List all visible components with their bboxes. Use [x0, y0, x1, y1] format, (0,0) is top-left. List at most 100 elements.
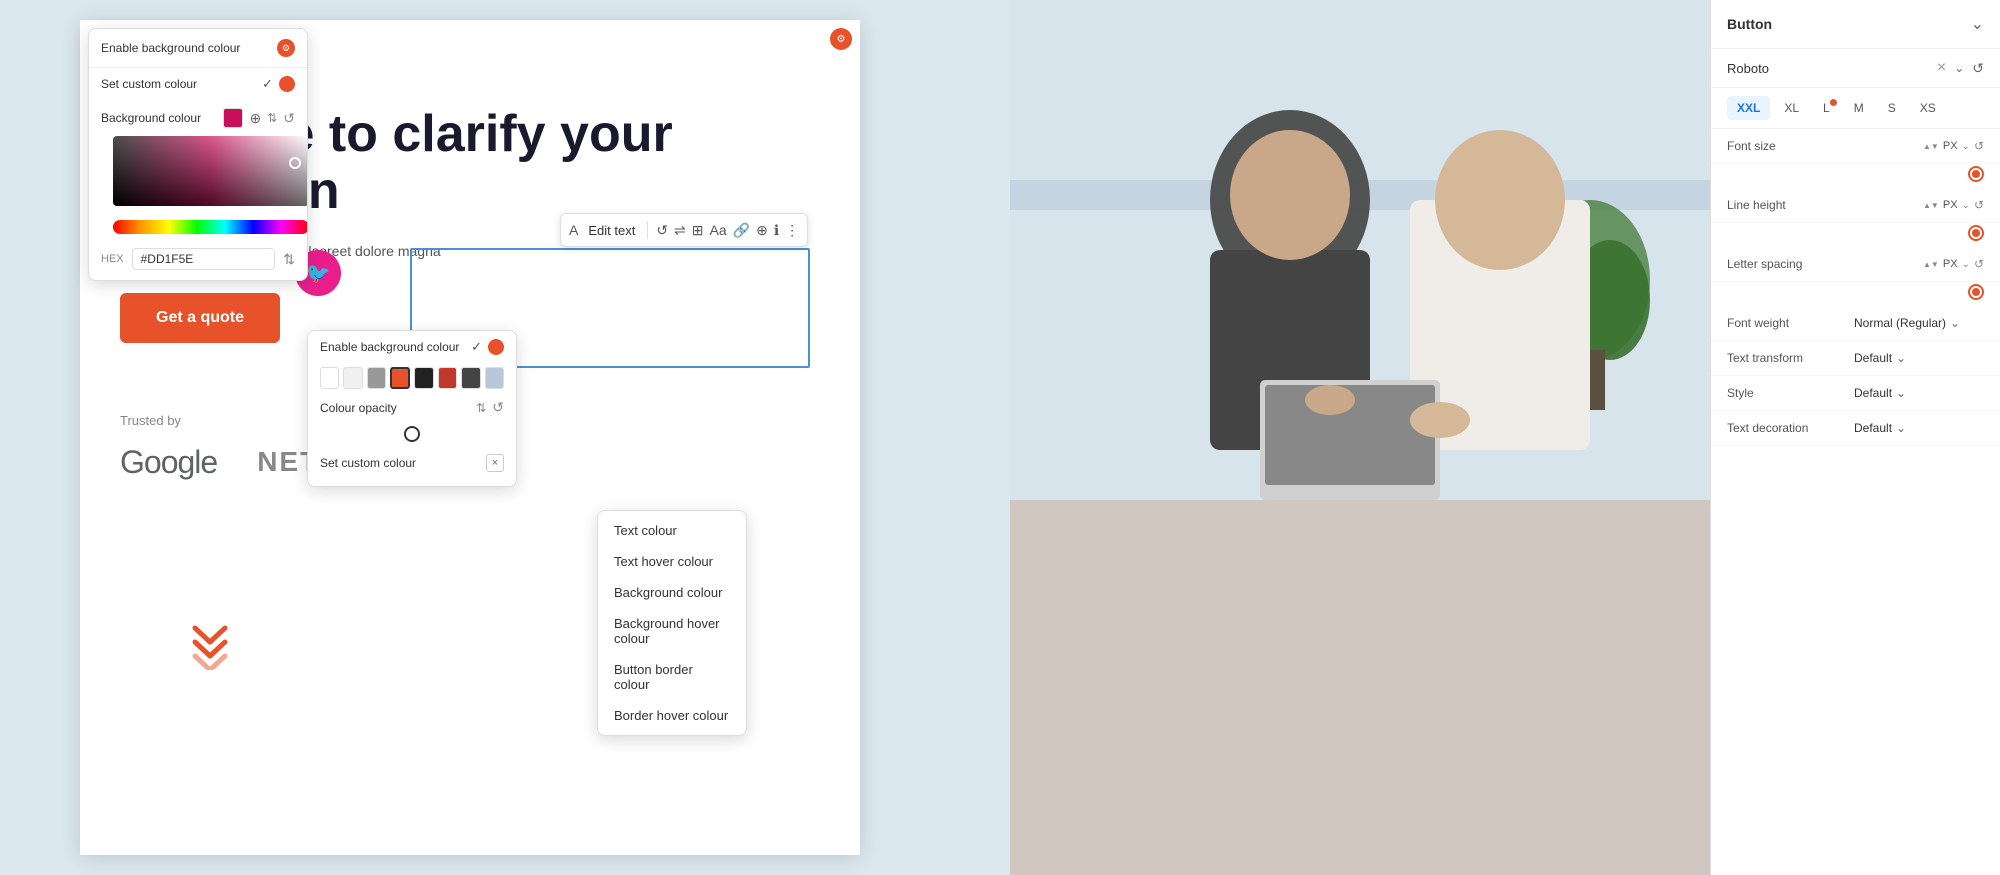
color-gradient[interactable] — [113, 136, 308, 206]
close-custom-colour-btn[interactable]: × — [486, 454, 504, 472]
swatch-dark-gray[interactable] — [461, 367, 480, 389]
edit-text-button[interactable]: Edit text — [584, 221, 639, 240]
color-picker-settings-icon[interactable]: ⚙ — [277, 39, 295, 57]
size-tab-xl[interactable]: XL — [1774, 96, 1809, 120]
bg-colour-popup: Enable background colour ✓ Colour opacit… — [307, 330, 517, 487]
letter-spacing-arrows[interactable]: ▲▼ — [1923, 260, 1939, 269]
color-spectrum[interactable] — [113, 220, 308, 234]
swap-icon[interactable]: ⇌ — [674, 222, 686, 239]
bg-colour-row: Background colour ⊕ ⇅ ↺ — [89, 100, 307, 136]
text-colour-menu: Text colour Text hover colour Background… — [597, 510, 747, 736]
color-gradient-handle[interactable] — [289, 157, 301, 169]
size-tab-xs[interactable]: XS — [1910, 96, 1946, 120]
letter-spacing-reset-icon[interactable]: ↺ — [1974, 257, 1984, 271]
font-clear-icon[interactable]: × — [1937, 59, 1946, 77]
font-size-unit[interactable]: PX — [1943, 140, 1958, 152]
text-colour-item-2[interactable]: Text hover colour — [598, 546, 746, 577]
bg-colour-label: Background colour — [101, 111, 201, 125]
text-colour-item-6[interactable]: Border hover colour — [598, 700, 746, 731]
chevron-arrows-icon[interactable] — [190, 620, 230, 675]
size-tab-m[interactable]: M — [1844, 96, 1874, 120]
color-picker-panel: Enable background colour ⚙ Set custom co… — [88, 28, 308, 281]
enable-bg-colour-label: Enable background colour — [101, 41, 240, 55]
letter-spacing-field: Letter spacing ▲▼ PX ⌄ ↺ — [1711, 247, 2000, 282]
swatch-light-blue[interactable] — [485, 367, 504, 389]
panel-collapse-icon[interactable]: ⌄ — [1971, 14, 1984, 34]
line-height-arrows[interactable]: ▲▼ — [1923, 201, 1939, 210]
page-settings-icon[interactable]: ⚙ — [830, 28, 852, 50]
refresh-icon[interactable]: ↺ — [283, 110, 295, 127]
style-value: Default — [1854, 386, 1892, 400]
more-icon[interactable]: ⋮ — [785, 222, 799, 239]
size-tab-xxl[interactable]: XXL — [1727, 96, 1770, 120]
colour-mode-icon[interactable]: ⊕ — [249, 110, 261, 127]
font-chevron-icon[interactable]: ⌄ — [1954, 61, 1964, 75]
letter-spacing-radio-row — [1711, 282, 2000, 306]
set-custom-label: Set custom colour — [320, 456, 416, 470]
colour-check-icon[interactable]: ✓ — [262, 76, 273, 92]
font-size-radio[interactable] — [1968, 166, 1984, 182]
letter-spacing-radio[interactable] — [1968, 284, 1984, 300]
text-colour-item-3[interactable]: Background colour — [598, 577, 746, 608]
letter-spacing-unit-chevron[interactable]: ⌄ — [1962, 259, 1970, 270]
bg-check-icon[interactable]: ✓ — [471, 339, 482, 355]
size-tabs: XXL XL L M S XS — [1711, 88, 2000, 129]
style-chevron[interactable]: ⌄ — [1896, 386, 1906, 400]
font-refresh-icon[interactable]: ↺ — [1972, 60, 1984, 77]
text-decoration-chevron[interactable]: ⌄ — [1896, 421, 1906, 435]
line-height-unit-chevron[interactable]: ⌄ — [1962, 200, 1970, 211]
line-height-field: Line height ▲▼ PX ⌄ ↺ — [1711, 188, 2000, 223]
info-icon[interactable]: ℹ — [774, 222, 779, 239]
add-icon[interactable]: ⊕ — [756, 222, 768, 239]
text-colour-item-5[interactable]: Button border colour — [598, 654, 746, 700]
text-decoration-value: Default — [1854, 421, 1892, 435]
link-icon[interactable]: 🔗 — [733, 222, 750, 239]
opacity-arrows-icon[interactable]: ⇅ — [476, 401, 486, 415]
hex-value[interactable]: #DD1F5E — [132, 248, 276, 270]
colour-dot-orange[interactable] — [279, 76, 295, 92]
text-colour-item-1[interactable]: Text colour — [598, 515, 746, 546]
font-actions: × ⌄ ↺ — [1937, 59, 1984, 77]
enable-bg-label: Enable background colour — [320, 340, 459, 354]
line-height-unit[interactable]: PX — [1943, 199, 1958, 211]
swatch-black[interactable] — [414, 367, 433, 389]
font-size-unit-chevron[interactable]: ⌄ — [1962, 141, 1970, 152]
set-custom-colour-label: Set custom colour — [101, 77, 197, 91]
font-name[interactable]: Roboto — [1727, 61, 1937, 76]
font-size-icon[interactable]: Aa — [710, 222, 727, 238]
font-size-reset-icon[interactable]: ↺ — [1974, 139, 1984, 153]
size-tab-s[interactable]: S — [1878, 96, 1906, 120]
line-height-reset-icon[interactable]: ↺ — [1974, 198, 1984, 212]
font-weight-chevron[interactable]: ⌄ — [1950, 316, 1960, 330]
hex-arrows-icon[interactable]: ⇅ — [283, 251, 295, 268]
line-height-label: Line height — [1727, 198, 1817, 212]
colour-swatch[interactable] — [223, 108, 243, 128]
swatch-orange[interactable] — [390, 367, 410, 389]
arrows-icon[interactable]: ⇅ — [267, 111, 277, 125]
swatch-light-gray[interactable] — [343, 367, 362, 389]
text-transform-field: Text transform Default ⌄ — [1711, 341, 2000, 376]
swatch-white[interactable] — [320, 367, 339, 389]
bg-orange-dot[interactable] — [488, 339, 504, 355]
line-height-radio-row — [1711, 223, 2000, 247]
opacity-circle[interactable] — [404, 426, 420, 442]
grid-icon[interactable]: ⊞ — [692, 222, 704, 239]
settings-icon: ⚙ — [837, 34, 846, 45]
font-weight-select-group: Normal (Regular) ⌄ — [1854, 316, 1984, 330]
text-transform-chevron[interactable]: ⌄ — [1896, 351, 1906, 365]
size-tab-l[interactable]: L — [1813, 96, 1840, 120]
line-height-radio[interactable] — [1968, 225, 1984, 241]
rotate-icon[interactable]: ↺ — [656, 222, 668, 239]
font-size-input-group: ▲▼ PX ⌄ ↺ — [1923, 139, 1984, 153]
text-colour-item-4[interactable]: Background hover colour — [598, 608, 746, 654]
text-transform-label: Text transform — [1727, 351, 1817, 365]
swatch-gray[interactable] — [367, 367, 386, 389]
letter-spacing-input-group: ▲▼ PX ⌄ ↺ — [1923, 257, 1984, 271]
opacity-refresh-icon[interactable]: ↺ — [492, 399, 504, 416]
letter-spacing-unit[interactable]: PX — [1943, 258, 1958, 270]
cta-button[interactable]: Get a quote — [120, 293, 280, 343]
swatch-dark-red[interactable] — [438, 367, 457, 389]
edit-toolbar[interactable]: A Edit text ↺ ⇌ ⊞ Aa 🔗 ⊕ ℹ ⋮ — [560, 213, 808, 247]
font-size-arrows[interactable]: ▲▼ — [1923, 142, 1939, 151]
set-custom-colour-row: Set custom colour ✓ — [89, 68, 307, 100]
